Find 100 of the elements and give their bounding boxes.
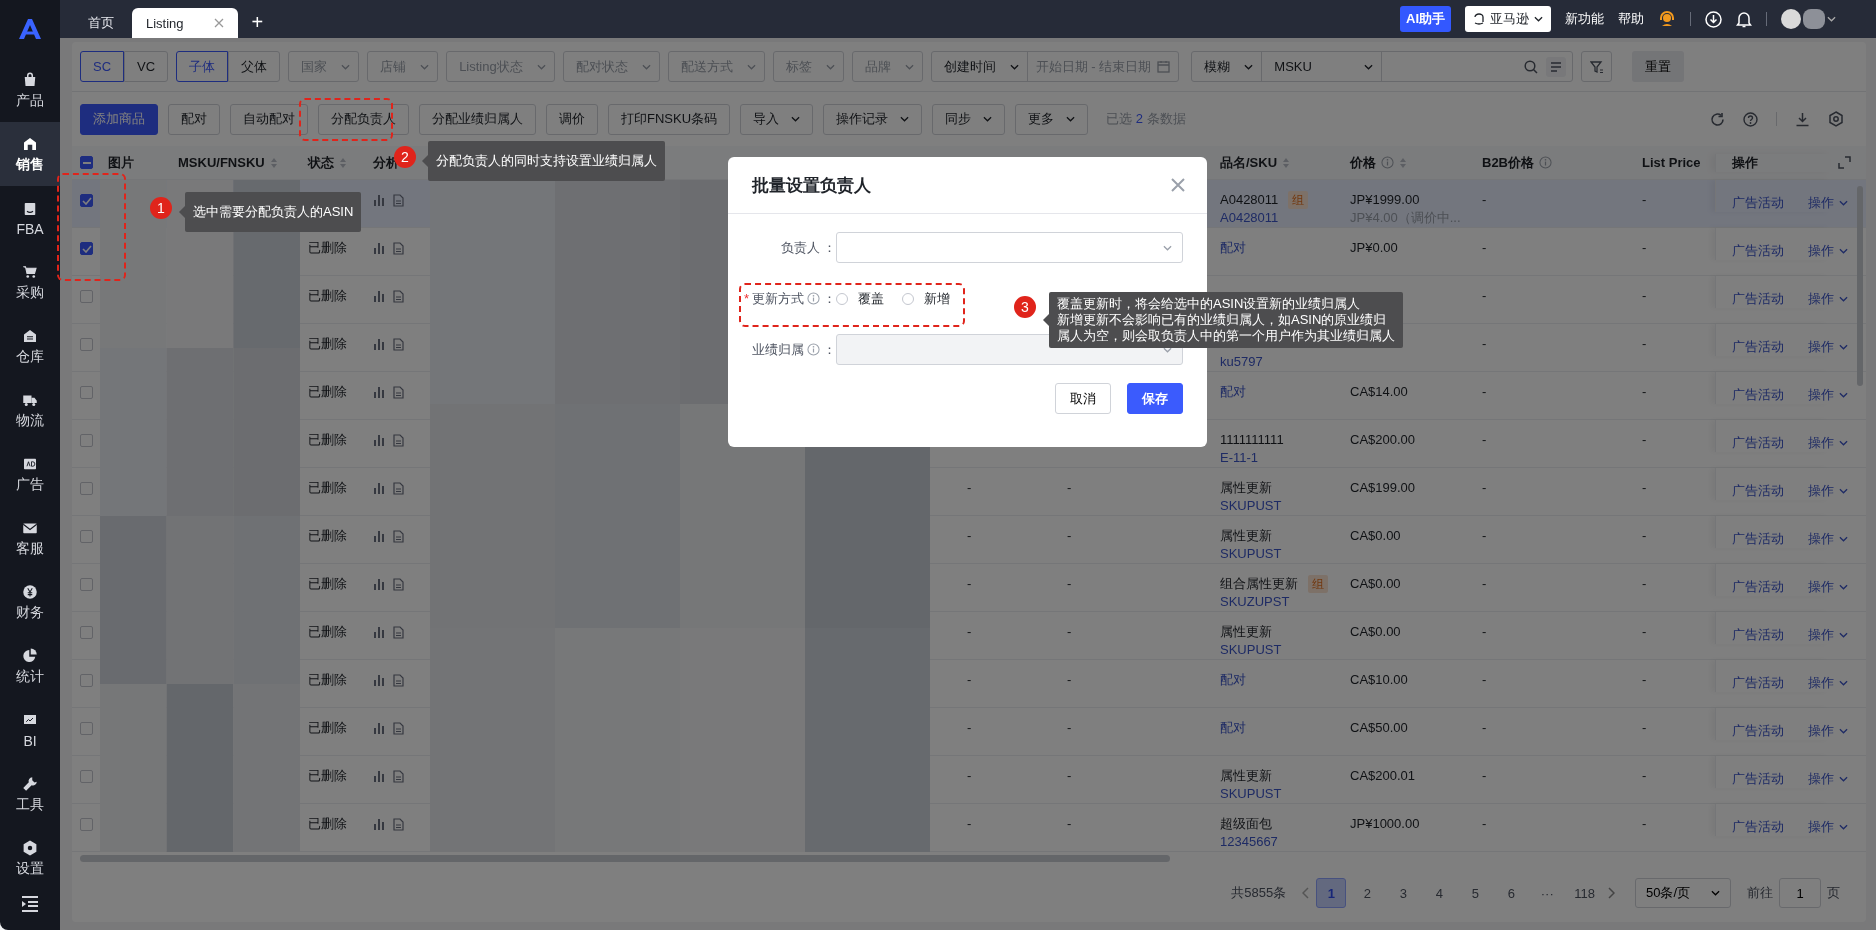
checkbox[interactable] bbox=[80, 434, 93, 447]
headset-icon[interactable] bbox=[1658, 10, 1676, 28]
scrollbar[interactable] bbox=[1857, 186, 1863, 386]
checkbox[interactable] bbox=[80, 770, 93, 783]
settings-icon[interactable] bbox=[1828, 111, 1844, 127]
reset-button[interactable]: 重置 bbox=[1632, 51, 1685, 82]
sku-link[interactable]: SKUPUST bbox=[1220, 785, 1282, 803]
document-icon[interactable] bbox=[393, 722, 404, 735]
toolbar-button[interactable]: 配对 bbox=[168, 103, 220, 135]
dialog-button[interactable]: 保存 bbox=[1127, 383, 1183, 414]
actions-menu[interactable]: 操作 bbox=[1808, 194, 1848, 212]
segment-button[interactable]: 子体 bbox=[176, 51, 229, 82]
checkbox[interactable] bbox=[80, 578, 93, 591]
sku-link[interactable]: SKUZUPST bbox=[1220, 593, 1290, 611]
checkbox[interactable] bbox=[80, 818, 93, 831]
actions-menu[interactable]: 操作 bbox=[1808, 722, 1848, 740]
document-icon[interactable] bbox=[393, 674, 404, 687]
bar-chart-icon[interactable] bbox=[373, 626, 385, 638]
ad-campaign-link[interactable]: 广告活动 bbox=[1732, 818, 1784, 836]
toolbar-button[interactable]: 调价 bbox=[546, 103, 598, 135]
header-link[interactable]: 帮助 bbox=[1618, 10, 1644, 28]
match-link[interactable]: 配对 bbox=[1220, 671, 1246, 689]
ad-campaign-link[interactable]: 广告活动 bbox=[1732, 530, 1784, 548]
actions-menu[interactable]: 操作 bbox=[1808, 242, 1848, 260]
bar-chart-icon[interactable] bbox=[373, 530, 385, 542]
toolbar-button[interactable]: 导入 bbox=[740, 103, 814, 135]
filter-button[interactable] bbox=[1581, 51, 1613, 82]
platform-select[interactable]: 亚马逊 bbox=[1465, 6, 1551, 32]
ad-campaign-link[interactable]: 广告活动 bbox=[1732, 386, 1784, 404]
match-link[interactable]: 配对 bbox=[1220, 239, 1246, 257]
sort-icon[interactable] bbox=[339, 156, 347, 169]
radio-option[interactable]: 新增 bbox=[902, 289, 950, 308]
toolbar-button[interactable]: 添加商品 bbox=[80, 103, 158, 135]
ad-campaign-link[interactable]: 广告活动 bbox=[1732, 482, 1784, 500]
checkbox[interactable] bbox=[80, 156, 93, 169]
toolbar-button[interactable]: 操作记录 bbox=[823, 103, 923, 135]
bar-chart-icon[interactable] bbox=[373, 770, 385, 782]
document-icon[interactable] bbox=[393, 434, 404, 447]
sidebar-item[interactable]: 广告 bbox=[0, 442, 60, 506]
sidebar-item[interactable]: FBA bbox=[0, 186, 60, 250]
sort-icon[interactable] bbox=[1282, 156, 1291, 169]
tab[interactable]: 首页 bbox=[74, 8, 128, 38]
checkbox[interactable] bbox=[80, 626, 93, 639]
bar-chart-icon[interactable] bbox=[373, 194, 385, 206]
checkbox[interactable] bbox=[80, 530, 93, 543]
sidebar-item[interactable]: 仓库 bbox=[0, 314, 60, 378]
sidebar-item[interactable]: 物流 bbox=[0, 378, 60, 442]
more-pages-button[interactable]: ··· bbox=[1532, 878, 1563, 908]
sidebar-item[interactable]: 采购 bbox=[0, 250, 60, 314]
page-input[interactable]: 1 bbox=[1779, 878, 1821, 908]
actions-menu[interactable]: 操作 bbox=[1808, 290, 1848, 308]
checkbox[interactable] bbox=[80, 242, 93, 255]
sku-link[interactable]: ku5797 bbox=[1220, 353, 1263, 371]
page-button[interactable]: 4 bbox=[1424, 878, 1455, 908]
next-icon[interactable] bbox=[1607, 887, 1615, 899]
sort-icon[interactable] bbox=[269, 156, 278, 169]
bar-chart-icon[interactable] bbox=[373, 242, 385, 254]
sidebar-item[interactable]: BI bbox=[0, 698, 60, 762]
radio-option[interactable]: 覆盖 bbox=[836, 289, 884, 308]
document-icon[interactable] bbox=[393, 770, 404, 783]
bar-chart-icon[interactable] bbox=[373, 290, 385, 302]
sku-link[interactable]: E-11-1 bbox=[1220, 449, 1259, 467]
actions-menu[interactable]: 操作 bbox=[1808, 626, 1848, 644]
document-icon[interactable] bbox=[393, 242, 404, 255]
header-link[interactable]: 新功能 bbox=[1565, 10, 1604, 28]
toolbar-button[interactable]: 分配业绩归属人 bbox=[419, 103, 536, 135]
ad-campaign-link[interactable]: 广告活动 bbox=[1732, 626, 1784, 644]
sku-link[interactable]: 12345667 bbox=[1220, 833, 1278, 851]
bar-chart-icon[interactable] bbox=[373, 482, 385, 494]
document-icon[interactable] bbox=[393, 338, 404, 351]
page-button[interactable]: 6 bbox=[1496, 878, 1527, 908]
toolbar-button[interactable]: 同步 bbox=[932, 103, 1006, 135]
ad-campaign-link[interactable]: 广告活动 bbox=[1732, 770, 1784, 788]
actions-menu[interactable]: 操作 bbox=[1808, 818, 1848, 836]
checkbox[interactable] bbox=[80, 290, 93, 303]
actions-menu[interactable]: 操作 bbox=[1808, 338, 1848, 356]
ad-campaign-link[interactable]: 广告活动 bbox=[1732, 674, 1784, 692]
help-icon[interactable] bbox=[1743, 111, 1758, 127]
sidebar-item[interactable]: 工具 bbox=[0, 762, 60, 826]
actions-menu[interactable]: 操作 bbox=[1808, 578, 1848, 596]
toolbar-button[interactable]: 自动配对 bbox=[230, 103, 308, 135]
refresh-icon[interactable] bbox=[1710, 111, 1725, 127]
toolbar-button[interactable]: 打印FNSKU条码 bbox=[608, 103, 731, 135]
bar-chart-icon[interactable] bbox=[373, 674, 385, 686]
toolbar-button[interactable]: 更多 bbox=[1015, 103, 1089, 135]
ad-campaign-link[interactable]: 广告活动 bbox=[1732, 578, 1784, 596]
page-button[interactable]: 1 bbox=[1316, 878, 1347, 908]
bar-chart-icon[interactable] bbox=[373, 722, 385, 734]
actions-menu[interactable]: 操作 bbox=[1808, 530, 1848, 548]
close-button[interactable] bbox=[1171, 178, 1185, 192]
dialog-button[interactable]: 取消 bbox=[1055, 383, 1111, 414]
scrollbar[interactable] bbox=[80, 854, 1170, 862]
select-field[interactable] bbox=[836, 232, 1183, 263]
actions-menu[interactable]: 操作 bbox=[1808, 674, 1848, 692]
actions-menu[interactable]: 操作 bbox=[1808, 434, 1848, 452]
checkbox[interactable] bbox=[80, 674, 93, 687]
sidebar-item[interactable]: 销售 bbox=[0, 122, 60, 186]
checkbox[interactable] bbox=[80, 386, 93, 399]
actions-menu[interactable]: 操作 bbox=[1808, 482, 1848, 500]
sidebar-item[interactable]: 财务 bbox=[0, 570, 60, 634]
